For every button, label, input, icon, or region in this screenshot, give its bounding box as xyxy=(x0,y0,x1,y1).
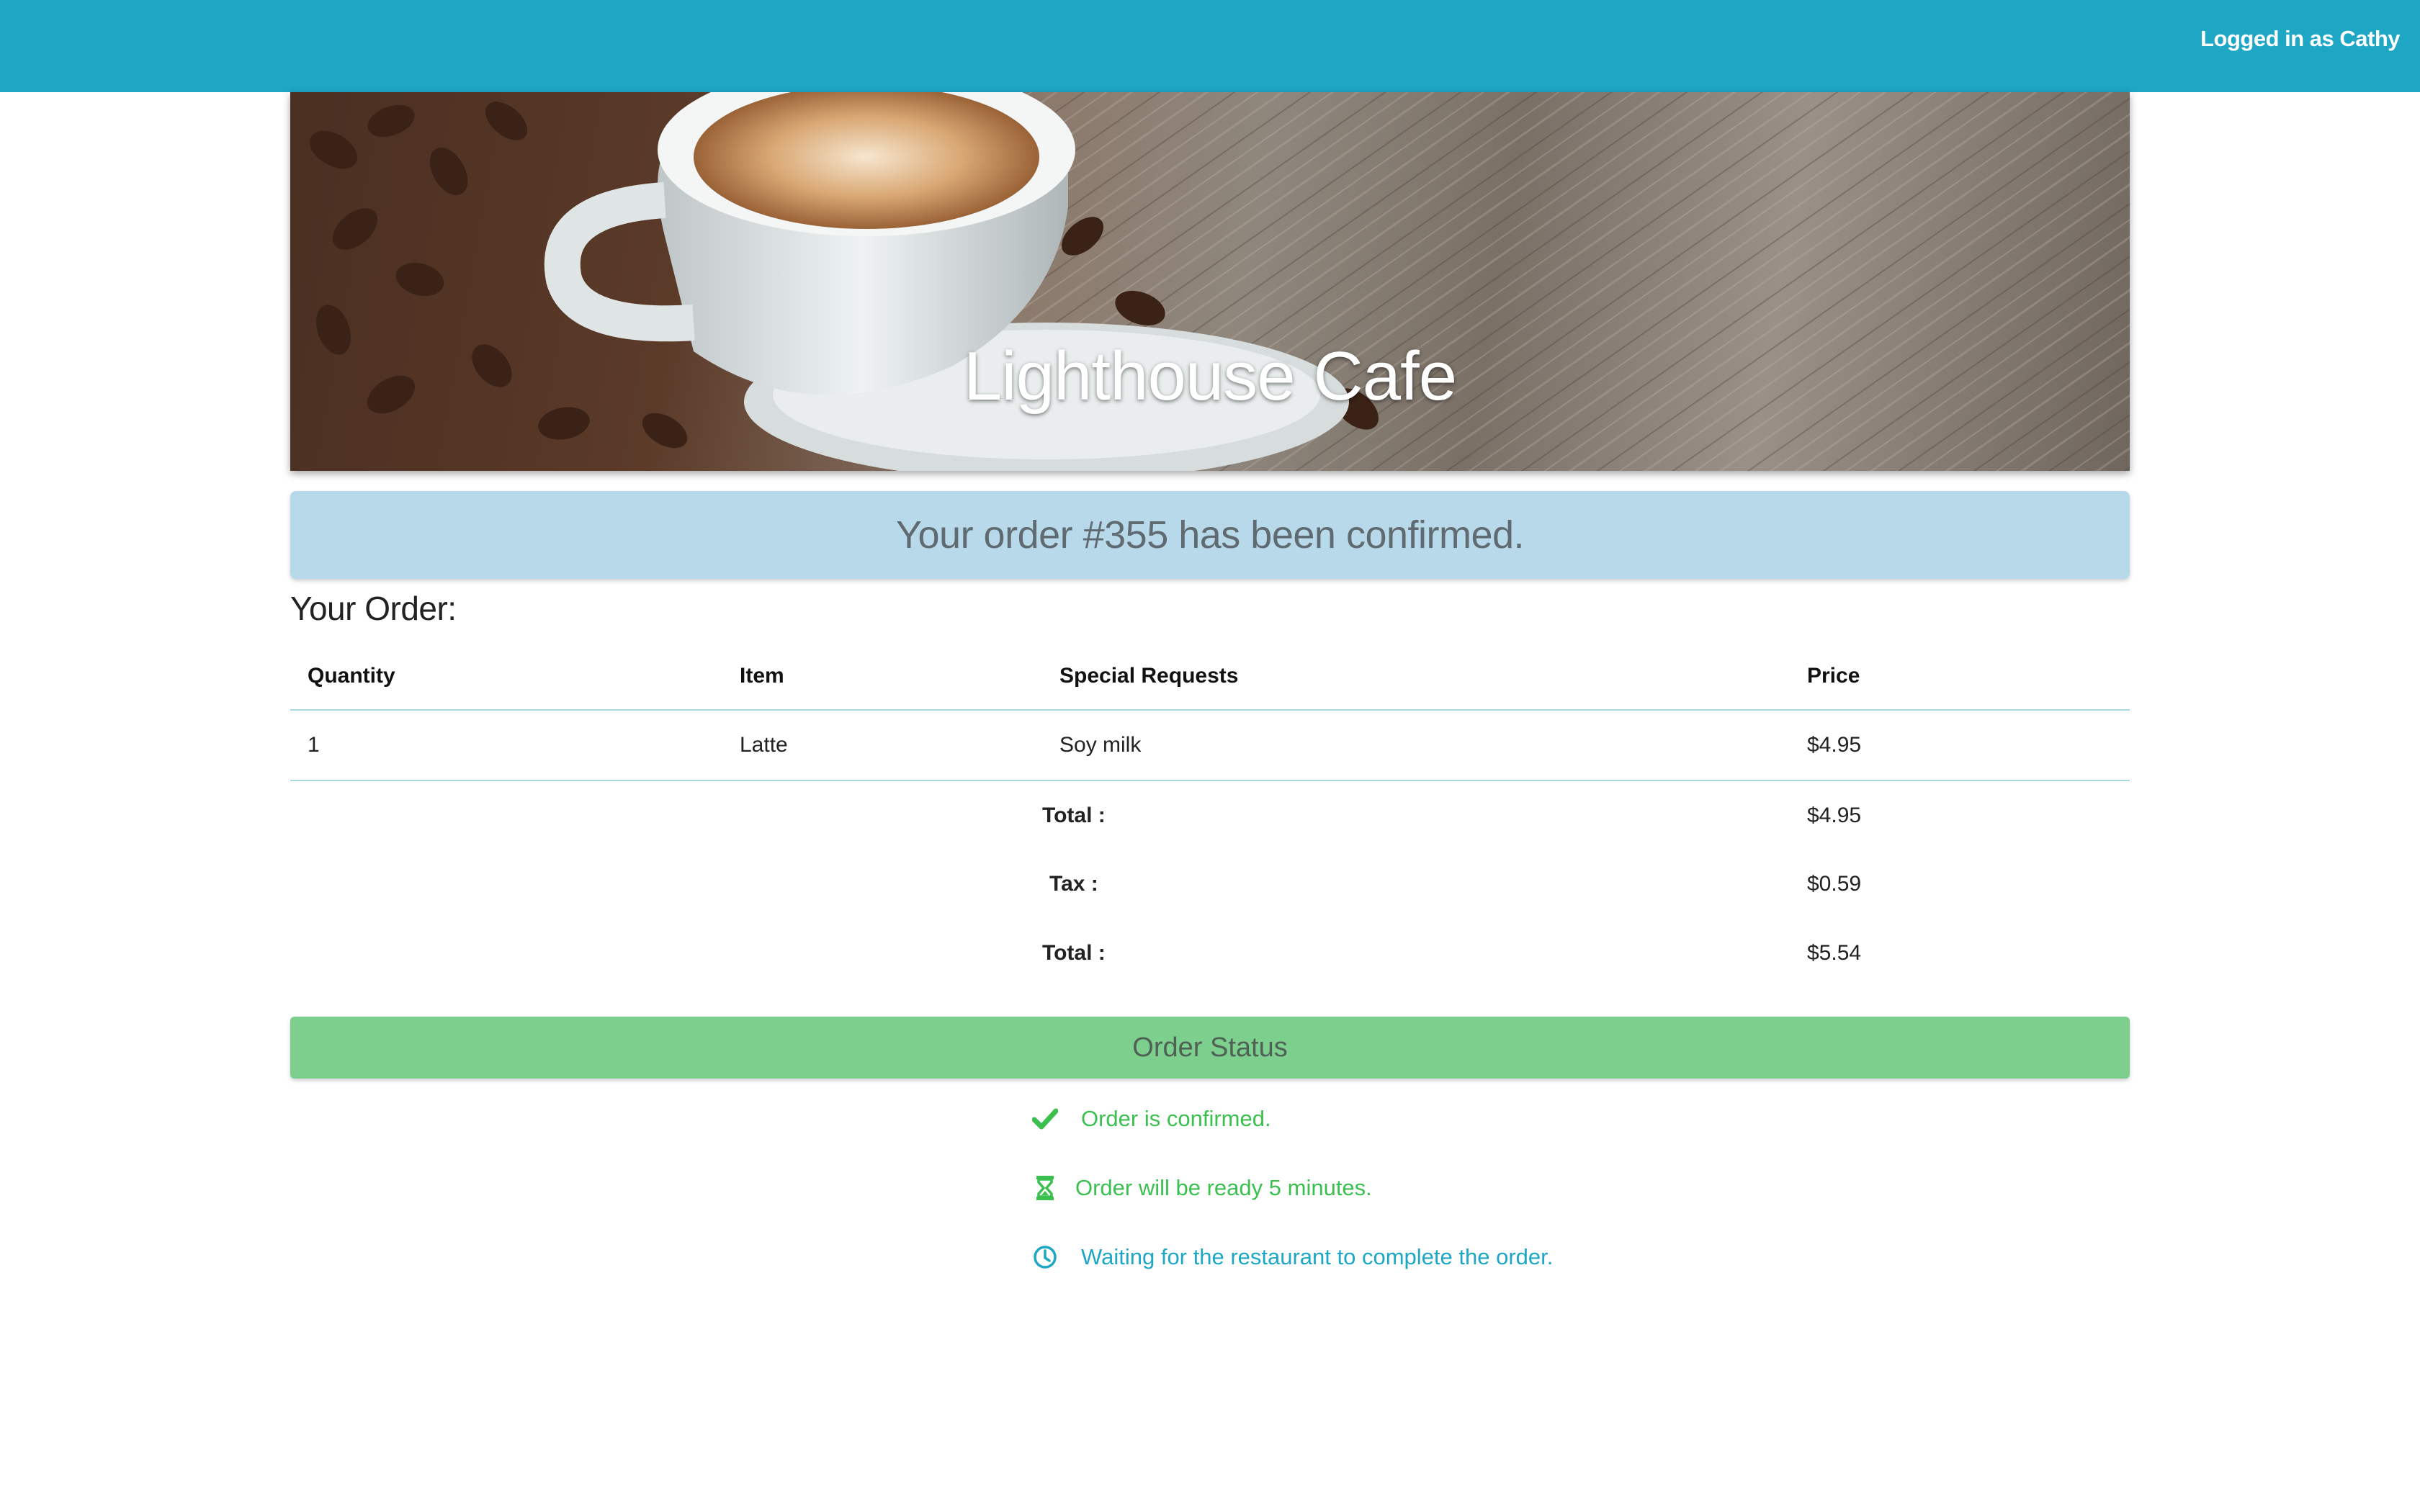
item-quantity: 1 xyxy=(308,733,320,757)
status-step-text: Waiting for the restaurant to complete t… xyxy=(1081,1244,1554,1269)
status-step-ready-time: Order will be ready 5 minutes. xyxy=(1031,1174,1372,1202)
hero-title: Lighthouse Cafe xyxy=(963,338,1457,415)
clock-icon xyxy=(1031,1243,1059,1272)
tax-row: Tax : $0.59 xyxy=(290,850,2130,919)
order-status-header: Order Status xyxy=(290,1017,2130,1079)
column-header-price: Price xyxy=(1807,663,1860,688)
top-navbar: Logged in as Cathy xyxy=(0,0,2420,92)
item-special-requests: Soy milk xyxy=(1059,733,1142,757)
main-container: Lighthouse Cafe Your order #355 has been… xyxy=(290,92,2130,1295)
hourglass-icon xyxy=(1031,1174,1059,1202)
subtotal-label: Total : xyxy=(1042,803,1106,827)
status-step-confirmed: Order is confirmed. xyxy=(1031,1104,1271,1133)
order-table: Quantity Item Special Requests Price 1 L… xyxy=(290,642,2130,988)
grand-total-value: $5.54 xyxy=(1807,941,1862,965)
status-step-text: Order is confirmed. xyxy=(1081,1106,1271,1131)
order-confirmation-banner: Your order #355 has been confirmed. xyxy=(290,491,2130,579)
status-step-text: Order will be ready 5 minutes. xyxy=(1075,1175,1372,1200)
tax-label: Tax : xyxy=(1049,872,1098,896)
column-header-quantity: Quantity xyxy=(308,663,395,688)
tax-value: $0.59 xyxy=(1807,872,1862,896)
subtotal-value: $4.95 xyxy=(1807,803,1862,827)
order-status-list: Order is confirmed. Order will be ready … xyxy=(290,1079,2130,1295)
status-step-waiting: Waiting for the restaurant to complete t… xyxy=(1031,1243,1553,1272)
subtotal-row: Total : $4.95 xyxy=(290,780,2130,850)
column-header-special-requests: Special Requests xyxy=(1059,663,1239,688)
grand-total-label: Total : xyxy=(1042,941,1106,965)
hero-banner: Lighthouse Cafe xyxy=(290,92,2130,471)
grand-total-row: Total : $5.54 xyxy=(290,919,2130,988)
checkmark-icon xyxy=(1031,1104,1059,1133)
table-header-row: Quantity Item Special Requests Price xyxy=(290,642,2130,710)
table-row: 1 Latte Soy milk $4.95 xyxy=(290,710,2130,780)
column-header-item: Item xyxy=(740,663,784,688)
item-name: Latte xyxy=(740,733,788,757)
your-order-heading: Your Order: xyxy=(290,590,457,627)
logged-in-user-label[interactable]: Logged in as Cathy xyxy=(2200,26,2400,52)
item-price: $4.95 xyxy=(1807,733,1862,757)
